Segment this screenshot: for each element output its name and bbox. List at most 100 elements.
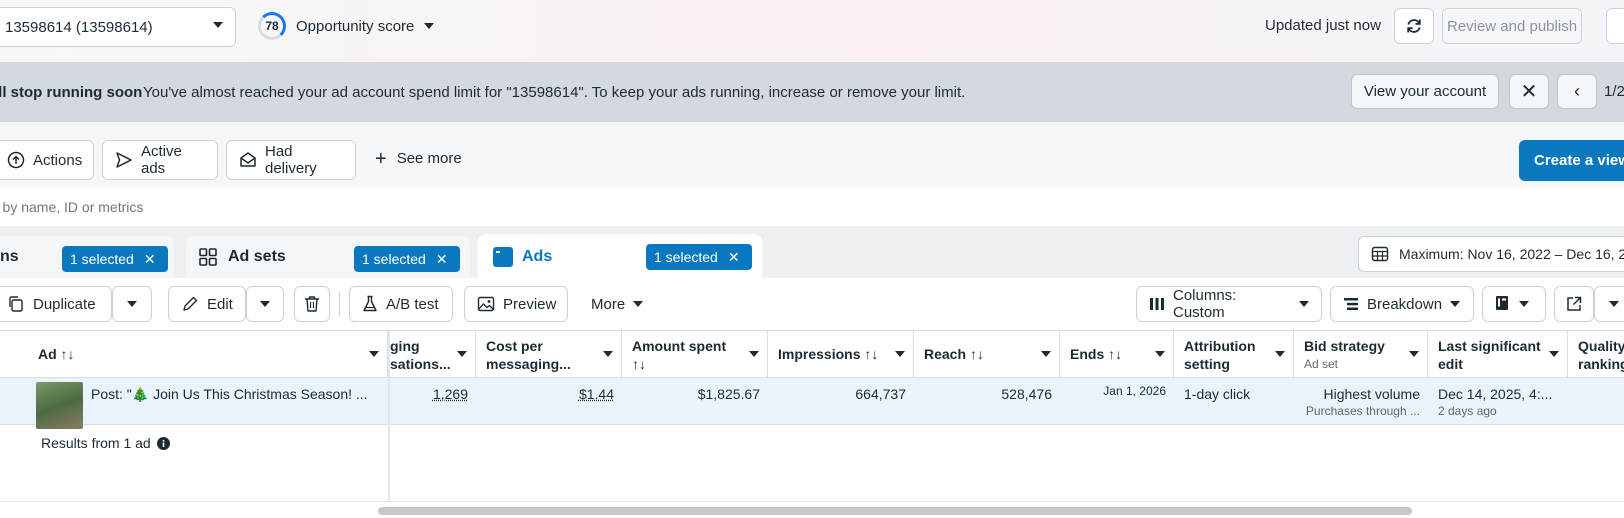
column-header-amount-spent[interactable]: Amount spent ↑↓: [622, 331, 768, 378]
banner-message: You've almost reached your ad account sp…: [143, 84, 965, 101]
column-header-ad[interactable]: Ad ↑↓: [0, 331, 388, 378]
chevron-down-icon: [424, 23, 434, 29]
chevron-down-icon[interactable]: [603, 351, 613, 357]
chevron-down-icon[interactable]: [895, 351, 905, 357]
opportunity-score-ring: 78: [258, 12, 286, 40]
had-delivery-filter-label: Had delivery: [265, 143, 343, 177]
column-header-reach-label: Reach ↑↓: [924, 346, 984, 362]
chevron-down-icon[interactable]: [457, 351, 467, 357]
close-icon[interactable]: ✕: [728, 249, 740, 266]
row-last-edit-sub: 2 days ago: [1438, 404, 1568, 418]
edit-dropdown-button[interactable]: [246, 286, 284, 322]
chevron-down-icon[interactable]: [1041, 351, 1051, 357]
preview-button[interactable]: Preview: [464, 286, 568, 322]
edit-button[interactable]: Edit: [168, 286, 246, 322]
column-header-impressions-label: Impressions ↑↓: [778, 346, 878, 362]
review-publish-button[interactable]: Review and publish: [1442, 8, 1582, 44]
ad-window-icon: [492, 246, 514, 268]
frozen-column-divider[interactable]: [388, 331, 390, 501]
chevron-down-icon[interactable]: [1549, 351, 1559, 357]
table-toolbar: Duplicate Edit A/B test Preview More Col…: [0, 278, 1624, 330]
scrollbar-thumb[interactable]: [378, 507, 1412, 515]
column-header-attribution-line1: Attribution: [1184, 337, 1285, 355]
column-header-ends[interactable]: Ends ↑↓: [1060, 331, 1174, 378]
account-selector[interactable]: 13598614 (13598614): [0, 7, 236, 47]
row-bid-strategy-sub: Purchases through ...: [1294, 404, 1420, 418]
column-header-attribution-line2: setting: [1184, 355, 1285, 373]
ad-sets-selected-badge[interactable]: 1 selected ✕: [354, 246, 460, 272]
column-header-ad-label: Ad ↑↓: [38, 346, 75, 362]
column-header-amount-line2: ↑↓: [632, 355, 759, 373]
chevron-down-icon[interactable]: [369, 351, 379, 357]
more-options-button[interactable]: [1606, 8, 1624, 44]
active-ads-filter-chip[interactable]: Active ads: [102, 140, 218, 180]
view-account-button[interactable]: View your account: [1351, 74, 1499, 109]
date-range-picker[interactable]: Maximum: Nov 16, 2022 – Dec 16, 20: [1358, 236, 1624, 272]
column-header-conversations[interactable]: ging sations...: [390, 331, 476, 378]
duplicate-label: Duplicate: [33, 296, 96, 313]
duplicate-dropdown-button[interactable]: [112, 286, 152, 322]
had-delivery-filter-chip[interactable]: Had delivery: [226, 140, 356, 180]
chevron-down-icon[interactable]: [1409, 351, 1419, 357]
chevron-down-icon[interactable]: [749, 351, 759, 357]
duplicate-button[interactable]: Duplicate: [0, 286, 112, 322]
actions-filter-chip[interactable]: Actions: [0, 140, 94, 180]
breakdown-button[interactable]: Breakdown: [1330, 286, 1474, 322]
column-header-reach[interactable]: Reach ↑↓: [914, 331, 1060, 378]
filter-bar: Actions Active ads Had delivery + See mo…: [0, 122, 1624, 188]
create-view-button[interactable]: Create a view: [1519, 140, 1624, 181]
search-input[interactable]: [0, 199, 594, 215]
delete-button[interactable]: [294, 286, 330, 322]
column-header-attribution[interactable]: Attribution setting: [1174, 331, 1294, 378]
chevron-down-icon: [1519, 301, 1529, 307]
column-header-edit-line2: edit: [1438, 355, 1559, 373]
calendar-icon: [1371, 245, 1389, 263]
trash-icon: [304, 295, 320, 313]
previous-banner-button[interactable]: ‹: [1557, 74, 1597, 109]
columns-icon: [1149, 296, 1165, 312]
column-header-quality[interactable]: Quality ranking: [1568, 331, 1624, 378]
row-cost-per: $1.44: [476, 378, 622, 425]
edit-label: Edit: [207, 296, 233, 313]
campaigns-selected-badge[interactable]: 1 selected ✕: [62, 246, 168, 272]
column-header-conversations-line2: sations...: [390, 355, 467, 373]
row-attribution: 1-day click: [1174, 378, 1294, 425]
column-header-last-edit[interactable]: Last significant edit: [1428, 331, 1568, 378]
see-more-filters[interactable]: + See more: [375, 150, 462, 167]
close-icon[interactable]: ✕: [436, 251, 448, 268]
row-conversations-value[interactable]: 1,269: [433, 386, 468, 402]
column-header-impressions[interactable]: Impressions ↑↓: [768, 331, 914, 378]
export-button[interactable]: [1554, 286, 1594, 322]
reports-button[interactable]: [1482, 286, 1546, 322]
opportunity-score[interactable]: 78 Opportunity score: [258, 12, 434, 40]
tab-campaigns[interactable]: ns 1 selected ✕: [0, 236, 174, 278]
column-header-cost-per[interactable]: Cost per messaging...: [476, 331, 622, 378]
row-cost-per-value[interactable]: $1.44: [579, 386, 614, 402]
close-icon[interactable]: ✕: [144, 251, 156, 268]
column-header-conversations-line1: ging: [390, 337, 467, 355]
refresh-button[interactable]: [1394, 8, 1434, 44]
more-actions-button[interactable]: More: [578, 286, 664, 322]
export-dropdown-button[interactable]: [1594, 286, 1624, 322]
row-bid-strategy-value: Highest volume: [1294, 386, 1420, 402]
row-ad-cell[interactable]: Post: "🎄 Join Us This Christmas Season! …: [0, 378, 388, 425]
column-header-bid-strategy[interactable]: Bid strategy Ad set: [1294, 331, 1428, 378]
row-impressions: 664,737: [768, 378, 914, 425]
level-tabs: ns 1 selected ✕ Ad sets 1 selected ✕ Ads…: [0, 226, 1624, 278]
horizontal-scrollbar[interactable]: [0, 501, 1624, 518]
tab-ads[interactable]: Ads 1 selected ✕: [478, 234, 762, 280]
column-header-ends-label: Ends ↑↓: [1070, 346, 1122, 362]
info-icon[interactable]: [157, 437, 170, 450]
flask-icon: [362, 295, 378, 313]
results-summary: Results from 1 ad: [41, 435, 170, 451]
refresh-icon: [1405, 17, 1423, 35]
chevron-down-icon[interactable]: [1155, 351, 1165, 357]
opportunity-score-value: 78: [265, 19, 278, 33]
ab-test-button[interactable]: A/B test: [349, 286, 453, 322]
close-banner-button[interactable]: ✕: [1509, 74, 1549, 109]
tab-ad-sets[interactable]: Ad sets 1 selected ✕: [186, 236, 470, 278]
chevron-down-icon[interactable]: [1275, 351, 1285, 357]
columns-button[interactable]: Columns: Custom: [1136, 286, 1322, 322]
ads-selected-badge[interactable]: 1 selected ✕: [646, 244, 752, 270]
row-last-edit: Dec 14, 2025, 4:... 2 days ago: [1428, 378, 1568, 425]
